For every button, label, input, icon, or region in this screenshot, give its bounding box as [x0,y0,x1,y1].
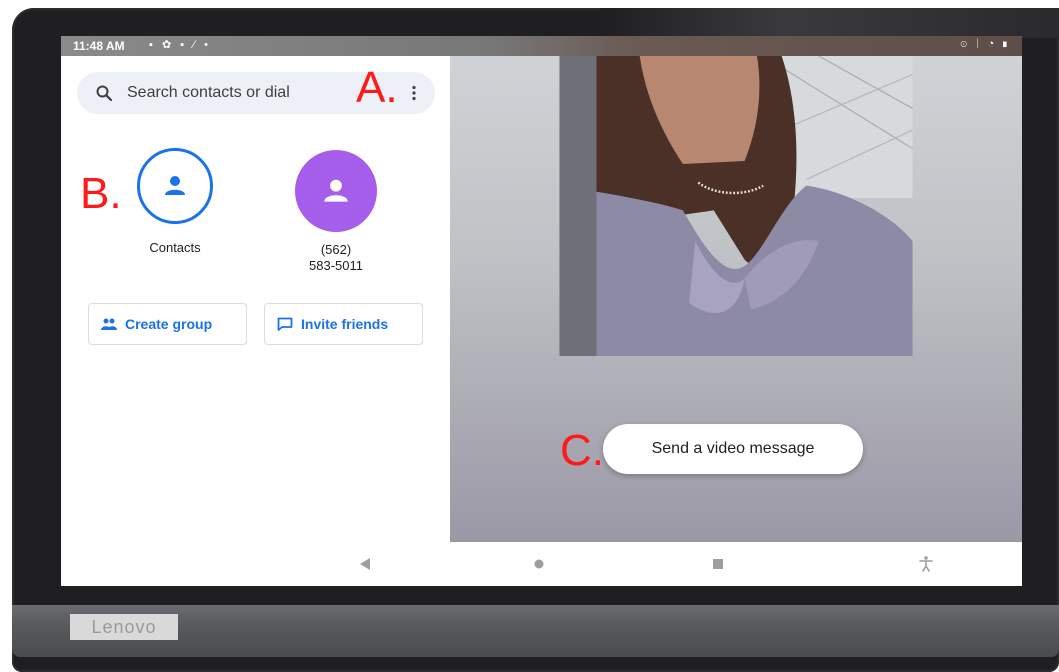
message-icon [277,317,293,331]
home-icon[interactable] [530,555,548,573]
navigation-bar [61,542,1022,586]
send-video-message-button[interactable]: Send a video message [603,424,863,474]
recents-icon[interactable] [709,555,727,573]
invite-friends-label: Invite friends [301,316,389,332]
phone-local-number: 583-5011 [309,258,363,273]
annotation-c: C. [560,426,604,475]
annotation-b: B. [80,169,122,218]
status-time: 11:48 AM [73,39,125,53]
contacts-label: Contacts [149,240,201,255]
notification-icons: ▪ ✿ ▪ ⁄ • [149,39,211,51]
status-bar: 11:48 AM ▪ ✿ ▪ ⁄ • ⊙ ᛁ ◔ ▮ [61,36,1022,56]
search-placeholder: Search contacts or dial [127,84,290,101]
annotation-a: A. [356,63,398,112]
contacts-button[interactable] [137,148,213,224]
create-group-button[interactable]: Create group [88,303,247,345]
group-icon [101,318,117,330]
bezel-highlight [600,8,1059,38]
search-icon [96,85,113,102]
create-group-label: Create group [125,316,213,332]
person-avatar-icon [324,179,348,202]
more-options-icon[interactable] [411,85,417,101]
phone-area-code: (562) [320,242,352,257]
contacts-tile[interactable]: Contacts [115,148,235,256]
invite-friends-button[interactable]: Invite friends [264,303,423,345]
brand-logo: Lenovo [70,614,178,640]
person-icon [165,176,185,195]
contact-phone-number: (562) 583-5011 [276,242,396,274]
accessibility-icon[interactable] [917,555,935,573]
contact-avatar[interactable] [295,150,377,232]
contacts-panel: Search contacts or dial Contacts (562) 5… [61,56,450,542]
system-status-icons: ⊙ ᛁ ◔ ▮ [960,38,1010,50]
screen: 11:48 AM ▪ ✿ ▪ ⁄ • ⊙ ᛁ ◔ ▮ Search contac… [61,36,1022,586]
camera-preview-image [559,56,913,356]
back-icon[interactable] [357,555,375,573]
recent-contact-tile[interactable]: (562) 583-5011 [276,150,396,274]
